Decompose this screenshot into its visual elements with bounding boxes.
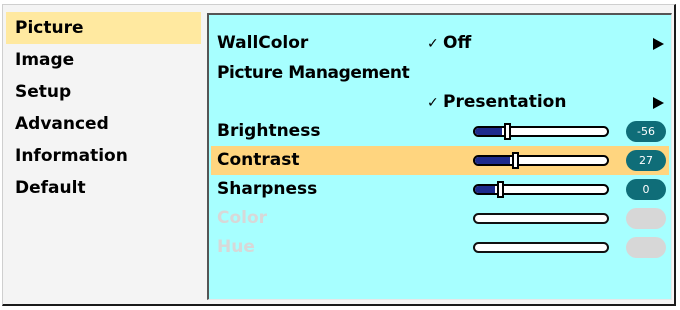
slider-fill [475, 157, 510, 164]
main-menu: Picture Image Setup Advanced Information… [6, 12, 201, 204]
sharpness-slider[interactable] [473, 181, 609, 198]
slider-handle[interactable] [512, 152, 519, 169]
picture-management-label: Picture Management [217, 63, 410, 83]
slider-track [473, 213, 609, 224]
sharpness-row[interactable]: Sharpness 0 [211, 175, 669, 204]
menu-item-advanced[interactable]: Advanced [6, 108, 201, 140]
check-mark-icon: ✓ [427, 36, 439, 52]
submenu-arrow-icon[interactable] [653, 38, 664, 50]
hue-label: Hue [217, 237, 255, 257]
picture-management-value-row[interactable]: ✓ Presentation [211, 88, 669, 117]
wallcolor-value-text: Off [443, 33, 472, 53]
picture-settings-panel: WallColor ✓ Off Picture Management ✓ Prese… [207, 13, 672, 300]
contrast-value: 27 [626, 150, 666, 171]
picture-management-value-text: Presentation [443, 92, 567, 112]
check-mark-icon: ✓ [427, 95, 439, 111]
menu-item-picture[interactable]: Picture [6, 12, 201, 44]
hue-value [626, 237, 666, 258]
contrast-row[interactable]: Contrast 27 [211, 146, 669, 175]
menu-item-information[interactable]: Information [6, 140, 201, 172]
picture-management-value: ✓ Presentation [427, 88, 566, 118]
menu-item-default[interactable]: Default [6, 172, 201, 204]
brightness-label: Brightness [217, 121, 321, 141]
slider-track [473, 242, 609, 253]
brightness-slider[interactable] [473, 123, 609, 140]
sharpness-value: 0 [626, 179, 666, 200]
menu-item-setup[interactable]: Setup [6, 76, 201, 108]
hue-row: Hue [211, 233, 669, 262]
slider-fill [475, 128, 502, 135]
slider-handle[interactable] [504, 123, 511, 140]
contrast-slider[interactable] [473, 152, 609, 169]
contrast-label: Contrast [217, 150, 300, 170]
brightness-row[interactable]: Brightness -56 [211, 117, 669, 146]
hue-slider [473, 242, 609, 253]
color-value [626, 208, 666, 229]
submenu-arrow-icon[interactable] [653, 97, 664, 109]
menu-item-image[interactable]: Image [6, 44, 201, 76]
slider-fill [475, 186, 495, 193]
color-label: Color [217, 208, 268, 228]
slider-handle[interactable] [497, 181, 504, 198]
wallcolor-value: ✓ Off [427, 29, 471, 59]
wallcolor-label: WallColor [217, 33, 309, 53]
picture-management-row[interactable]: Picture Management [211, 59, 669, 88]
brightness-value: -56 [626, 121, 666, 142]
sharpness-label: Sharpness [217, 179, 318, 199]
color-slider [473, 213, 609, 224]
wallcolor-row[interactable]: WallColor ✓ Off [211, 29, 669, 58]
color-row: Color [211, 204, 669, 233]
